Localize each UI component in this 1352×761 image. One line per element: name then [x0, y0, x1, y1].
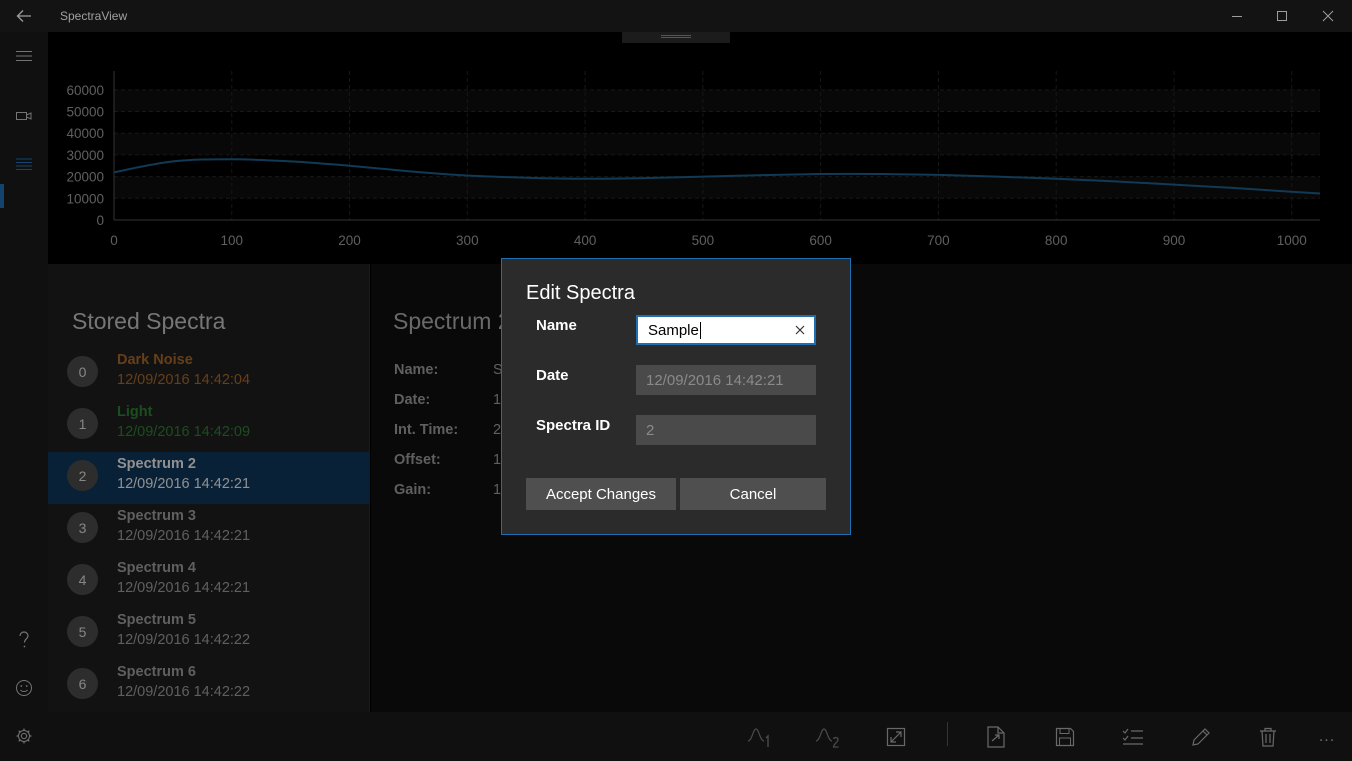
spectra-id-value: 2 [646, 421, 655, 439]
edit-spectra-dialog: Edit Spectra Name Sample Date 12/09/2016… [501, 258, 851, 535]
name-input-value: Sample [648, 321, 699, 339]
date-input-value: 12/09/2016 14:42:21 [646, 371, 784, 389]
clear-text-button[interactable] [792, 322, 808, 338]
clear-icon [795, 325, 805, 335]
dialog-title: Edit Spectra [526, 282, 635, 304]
date-input: 12/09/2016 14:42:21 [636, 365, 816, 395]
spectra-id-label: Spectra ID [536, 417, 611, 434]
cancel-button[interactable]: Cancel [680, 478, 826, 510]
text-caret [699, 321, 701, 339]
name-input[interactable]: Sample [636, 315, 816, 345]
accept-changes-button[interactable]: Accept Changes [526, 478, 676, 510]
spectra-id-input: 2 [636, 415, 816, 445]
name-label: Name [536, 317, 577, 334]
date-label: Date [536, 367, 569, 384]
